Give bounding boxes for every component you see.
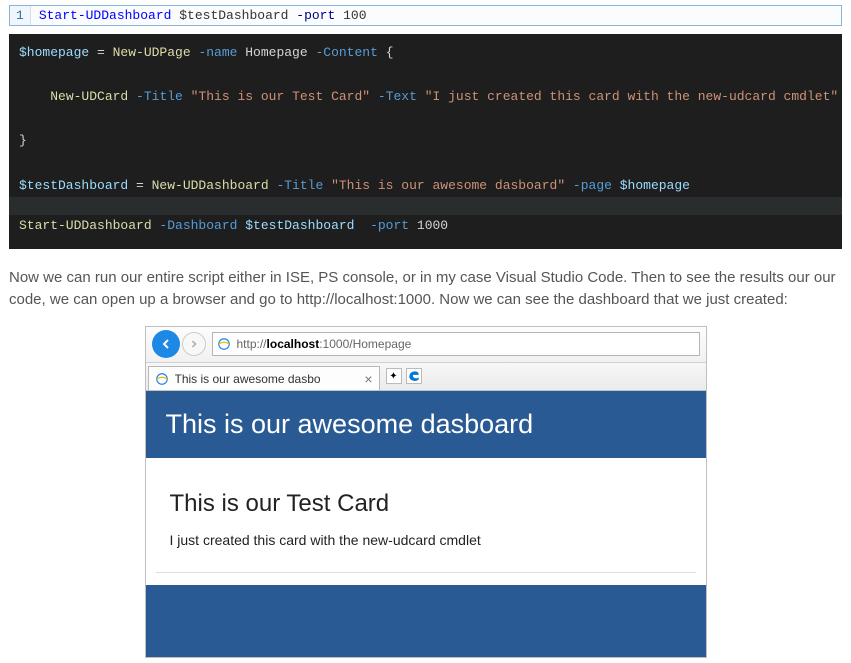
token-op: = (128, 178, 151, 193)
token-number: 1000 (417, 218, 448, 233)
dashboard-footer (146, 585, 706, 657)
new-tab-button[interactable]: ✦ (386, 368, 402, 384)
ie-icon (217, 337, 231, 351)
token-string: "This is our Test Card" (191, 89, 370, 104)
article-paragraph: Now we can run our entire script either … (9, 267, 842, 312)
arrow-left-icon (158, 336, 174, 352)
code-line: Start-UDDashboard $testDashboard -port 1… (31, 6, 375, 25)
token-variable: $homepage (19, 45, 89, 60)
card-text: I just created this card with the new-ud… (170, 532, 682, 548)
inline-code-box: 1 Start-UDDashboard $testDashboard -port… (9, 5, 842, 26)
token-command: New-UDPage (113, 45, 191, 60)
token-param: -port (354, 218, 416, 233)
cursor-line (9, 197, 842, 215)
tab-actions: ✦ (380, 368, 422, 384)
token-variable: $testDashboard (245, 218, 354, 233)
token-command: Start-UDDashboard (19, 218, 152, 233)
back-button[interactable] (152, 330, 180, 358)
dashboard-header: This is our awesome dasboard (146, 391, 706, 458)
browser-tab[interactable]: This is our awesome dasbo × (148, 366, 380, 390)
dark-code-block: $homepage = New-UDPage -name Homepage -C… (9, 34, 842, 249)
url-prefix: http:// (237, 337, 267, 351)
token-command: Start-UDDashboard (39, 8, 172, 23)
token-param: -Dashboard (152, 218, 246, 233)
token-variable: $testDashboard (179, 8, 288, 23)
page-content: This is our awesome dasboard This is our… (146, 391, 706, 657)
token-string: "I just created this card with the new-u… (425, 89, 838, 104)
token-variable: $testDashboard (19, 178, 128, 193)
token-op: = (89, 45, 112, 60)
token-number: 100 (343, 8, 366, 23)
edge-icon (407, 369, 421, 383)
token-arg: Homepage (245, 45, 307, 60)
token-param: -Content (308, 45, 386, 60)
new-tab-icon: ✦ (389, 371, 397, 382)
token-string: "This is our awesome dasboard" (331, 178, 565, 193)
arrow-right-icon (188, 338, 200, 350)
token-brace: { (386, 45, 394, 60)
token-param: -Title (128, 89, 190, 104)
token-variable: $homepage (620, 178, 690, 193)
ie-icon (155, 372, 169, 386)
address-bar[interactable]: http://localhost:1000/Homepage (212, 332, 700, 356)
token-param: -page (565, 178, 620, 193)
browser-nav: http://localhost:1000/Homepage (146, 327, 706, 363)
token-param: -name (191, 45, 246, 60)
close-icon[interactable]: × (364, 371, 372, 387)
card-area: This is our Test Card I just created thi… (146, 458, 706, 573)
url-host: localhost (267, 337, 320, 351)
token-command: New-UDCard (50, 89, 128, 104)
token-param: -Title (269, 178, 331, 193)
edge-button[interactable] (406, 368, 422, 384)
tab-strip: This is our awesome dasbo × ✦ (146, 363, 706, 391)
tab-title: This is our awesome dasbo (175, 372, 359, 386)
url-rest: :1000/Homepage (319, 337, 411, 351)
forward-button[interactable] (182, 332, 206, 356)
card-title: This is our Test Card (170, 490, 682, 518)
browser-screenshot: http://localhost:1000/Homepage This is o… (145, 326, 707, 658)
line-number: 1 (10, 6, 31, 25)
token-param: -Text (370, 89, 425, 104)
token-parameter: -port (296, 8, 335, 23)
ud-card: This is our Test Card I just created thi… (156, 480, 696, 573)
token-brace: } (19, 133, 27, 148)
token-command: New-UDDashboard (152, 178, 269, 193)
